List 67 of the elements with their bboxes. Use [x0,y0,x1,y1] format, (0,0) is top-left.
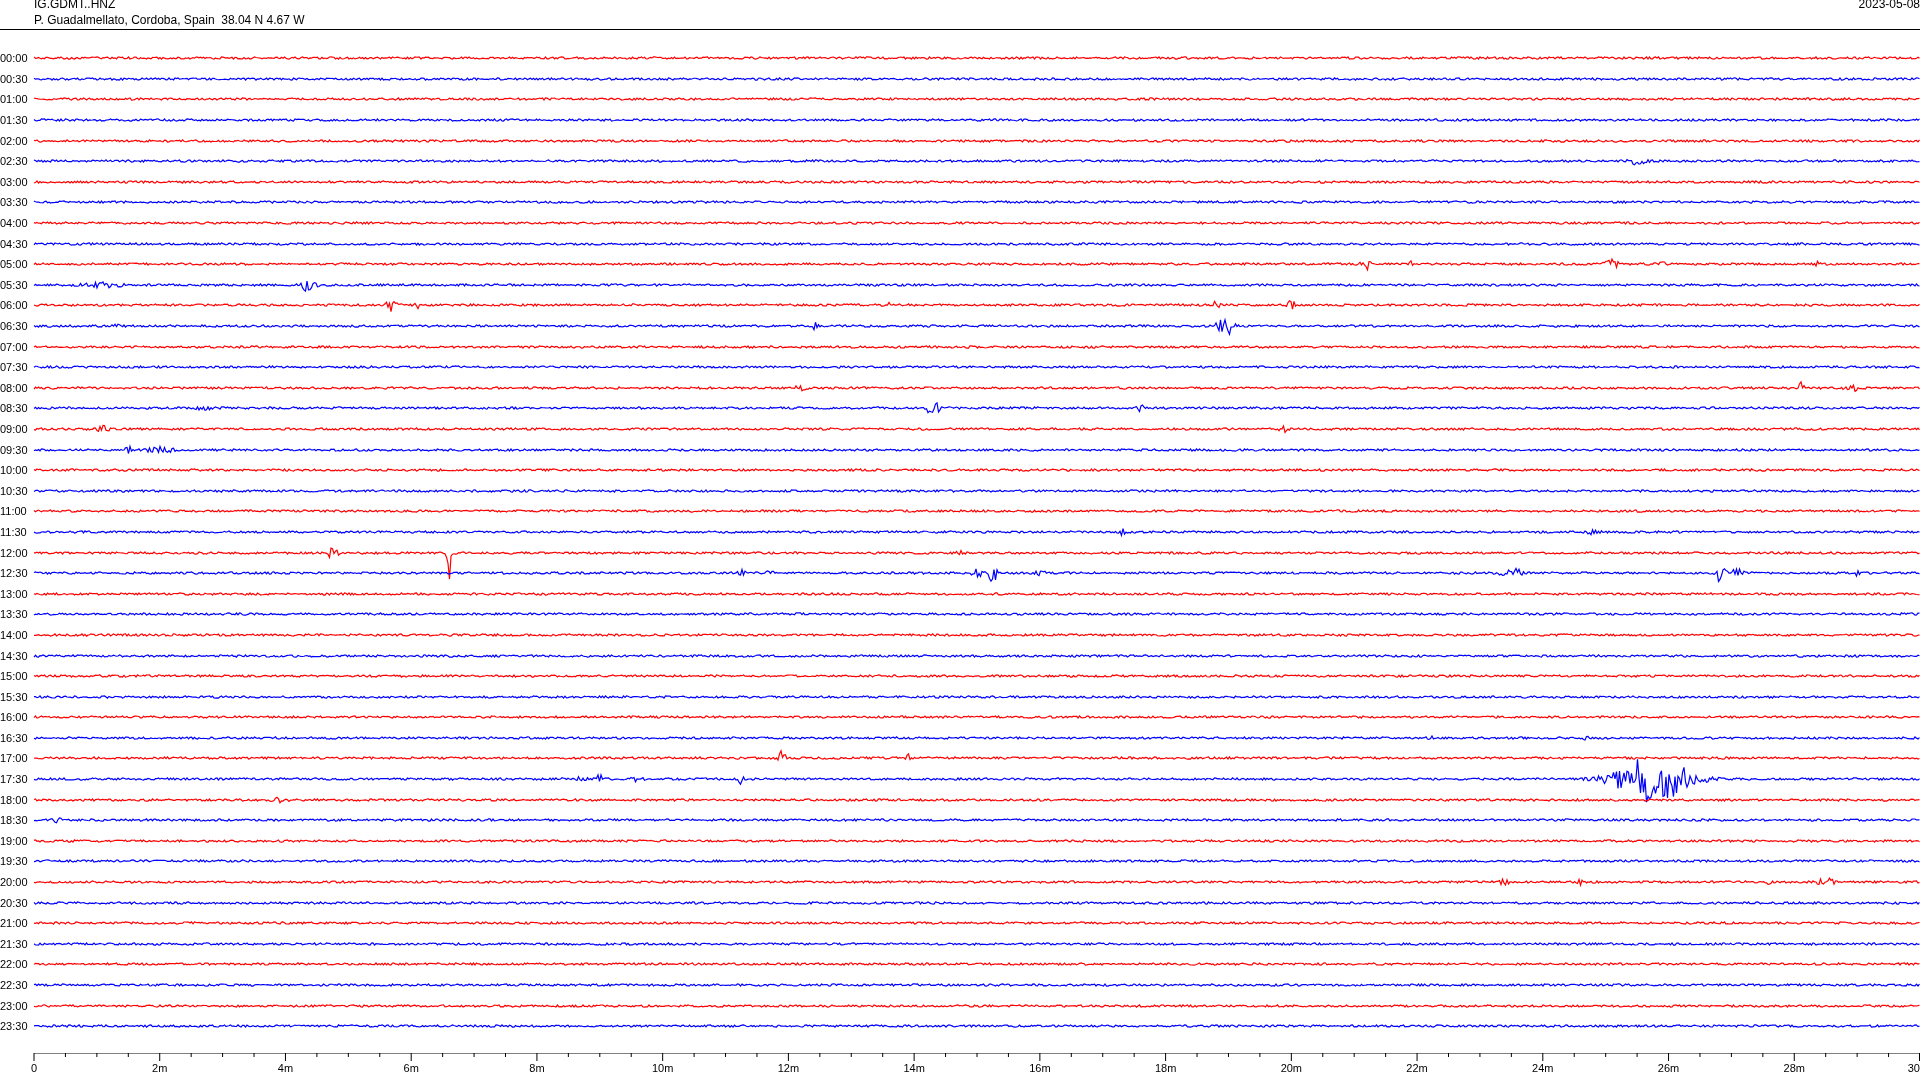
axis-tick-label: 16m [1029,1061,1051,1075]
row-time-label: 03:00 [0,175,29,188]
axis-tick-label: 4m [277,1061,294,1075]
row-time-label: 22:30 [0,979,29,991]
row-time-label: 02:00 [0,134,29,147]
row-time-label: 15:30 [0,690,29,703]
axis-tick-label: 8m [529,1061,545,1075]
axis-tick-label: 12m [777,1061,800,1075]
row-time-label: 11:00 [0,505,28,518]
row-time-label: 23:30 [0,1020,29,1033]
row-time-label: 17:30 [0,773,29,786]
row-time-label: 20:30 [0,896,29,909]
row-time-label: 08:00 [0,381,29,394]
row-time-label: 01:00 [0,93,29,106]
row-time-label: 21:00 [0,917,29,930]
row-time-label: 05:30 [0,278,29,291]
row-time-label: 03:30 [0,196,29,209]
row-time-label: 14:00 [0,628,29,641]
axis-tick-label: 28m [1783,1061,1805,1075]
row-time-label: 06:30 [0,320,29,332]
axis-tick-label: 26m [1657,1061,1680,1075]
row-time-label: 04:00 [0,217,29,230]
row-time-label: 18:30 [0,814,29,827]
axis-tick-label: 2m [152,1061,168,1075]
axis-tick-label: 10m [651,1061,674,1075]
axis-tick-label: 6m [403,1061,419,1075]
row-time-label: 21:30 [0,937,29,950]
station-location: P. Guadalmellato, Cordoba, Spain 38.04 N 4.67 W [34,13,305,27]
row-time-label: 08:30 [0,402,29,415]
row-time-label: 06:00 [0,299,29,312]
row-time-label: 09:00 [0,423,29,435]
row-time-label: 12:00 [0,546,29,559]
row-time-label: 07:00 [0,340,29,353]
row-time-label: 15:00 [0,670,29,683]
row-time-label: 16:30 [0,731,29,744]
row-time-label: 16:00 [0,711,29,724]
row-time-label: 09:30 [0,443,29,456]
row-time-label: 13:30 [0,608,29,621]
row-time-label: 22:00 [0,958,29,971]
row-time-label: 14:30 [0,649,29,662]
row-time-label: 04:30 [0,237,29,250]
plot-date: 2023-05-08 [1858,0,1920,11]
row-time-label: 10:30 [0,484,29,497]
row-time-label: 07:30 [0,361,29,374]
row-time-label: 01:30 [0,114,29,127]
axis-tick-label: 14m [903,1061,925,1075]
row-time-label: 19:30 [0,855,29,868]
row-time-label: 00:00 [0,52,29,65]
row-time-label: 20:00 [0,876,29,889]
axis-tick-label: 22m [1406,1061,1428,1075]
axis-tick-label: 24m [1532,1061,1554,1075]
row-time-label: 13:00 [0,587,29,600]
axis-tick-label: 30 [1907,1061,1920,1075]
row-time-label: 19:00 [0,834,29,847]
station-code: IG.GDMT..HNZ [34,0,116,11]
row-time-label: 17:00 [0,752,29,765]
row-time-label: 10:00 [0,464,29,477]
row-time-label: 18:00 [0,793,29,806]
axis-tick-label: 0 [30,1061,38,1075]
row-time-label: 11:30 [0,525,28,538]
axis-tick-label: 18m [1154,1061,1177,1075]
row-time-label: 00:30 [0,72,29,85]
row-time-label: 02:30 [0,155,29,168]
row-time-label: 05:00 [0,258,29,271]
axis-tick-label: 20m [1280,1061,1303,1075]
row-time-label: 23:00 [0,999,29,1012]
row-time-label: 12:30 [0,567,29,580]
